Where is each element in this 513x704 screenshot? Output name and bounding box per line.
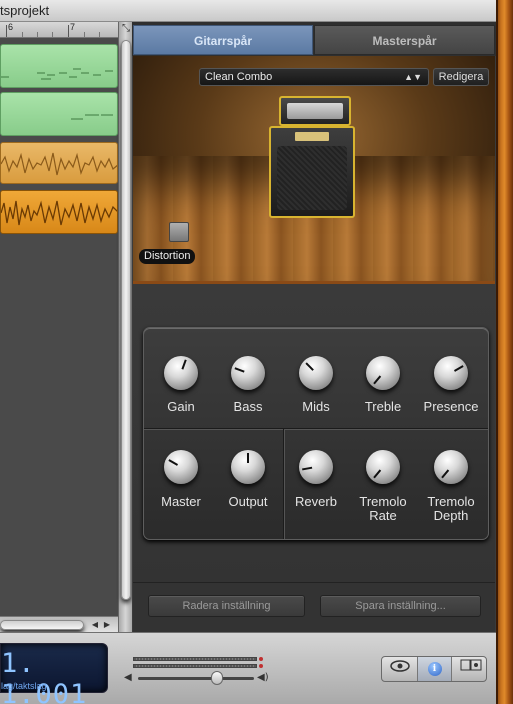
save-setting-button[interactable]: Spara inställning... — [320, 595, 481, 617]
preset-select[interactable]: Clean Combo ▲▼ — [199, 68, 429, 86]
tremolo-depth-label-1: Tremolo — [427, 494, 475, 509]
ruler-tick — [68, 25, 69, 37]
track-info-panel: Gitarrspår Masterspår Clean Combo ▲▼ Red… — [132, 22, 496, 632]
gain-knob[interactable] — [164, 356, 198, 390]
bass-label: Bass — [233, 399, 263, 414]
lcd-mode-label: lag/taktslag — [1, 681, 47, 691]
mids-knob[interactable] — [299, 356, 333, 390]
vertical-scrollbar[interactable]: ⤡ — [118, 22, 132, 632]
amp-model[interactable] — [269, 96, 355, 218]
speaker-low-icon: ◀ — [124, 672, 132, 683]
lcd-position-value: 1. 1.001 — [1, 648, 88, 704]
scroll-right-arrow-icon[interactable]: ▶ — [102, 619, 112, 631]
presence-knob[interactable] — [434, 356, 468, 390]
knob-panel: Gain Bass Mids Treble Presence Master Ou… — [143, 327, 489, 540]
track-area: 6 7 ◀ ▶ ⤡ — [0, 22, 132, 632]
ruler-minor-tick — [84, 32, 85, 37]
mids-label: Mids — [302, 399, 330, 414]
pedal-label[interactable]: Distortion — [139, 249, 196, 264]
amp-cabinet — [269, 126, 355, 218]
ruler-minor-tick — [52, 32, 53, 37]
bass-knob[interactable] — [231, 356, 265, 390]
title-bar[interactable]: tsprojekt — [0, 0, 496, 22]
ruler-mark: 7 — [70, 22, 76, 32]
media-browser-icon[interactable] — [453, 657, 488, 681]
speaker-high-icon: ◀) — [257, 672, 269, 683]
resize-corner-icon[interactable]: ⤡ — [120, 23, 132, 35]
amp-logo-badge — [295, 132, 329, 141]
select-arrows-icon: ▲▼ — [404, 72, 422, 82]
master-label: Master — [161, 494, 201, 509]
view-toggle-group: i — [381, 656, 487, 682]
settings-button-bar: Radera inställning Spara inställning... — [133, 582, 495, 632]
tab-guitar-track[interactable]: Gitarrspår — [133, 25, 313, 55]
midi-notes — [71, 114, 113, 120]
audio-region-2[interactable] — [0, 190, 118, 234]
ruler-minor-tick — [37, 32, 38, 37]
wood-frame-edge — [496, 0, 513, 704]
presence-label: Presence — [423, 399, 479, 414]
scroll-left-arrow-icon[interactable]: ◀ — [90, 619, 100, 631]
tremolo-rate-label-2: Rate — [369, 508, 397, 523]
tremolo-depth-label-2: Depth — [433, 508, 469, 523]
master-volume-thumb[interactable] — [211, 671, 223, 685]
window-title: tsprojekt — [0, 3, 50, 18]
vertical-scroll-thumb[interactable] — [121, 40, 131, 600]
ruler-minor-tick — [99, 32, 100, 37]
amp-controls-area: Gain Bass Mids Treble Presence Master Ou… — [133, 284, 495, 582]
tab-master-track[interactable]: Masterspår — [314, 25, 495, 55]
panel-divider — [283, 429, 284, 539]
horizontal-scrollbar[interactable]: ◀ ▶ — [0, 616, 118, 632]
clip-indicator-left — [259, 657, 263, 661]
panel-tabs: Gitarrspår Masterspår — [132, 22, 496, 56]
master-knob[interactable] — [164, 450, 198, 484]
edit-button[interactable]: Redigera — [433, 68, 489, 86]
output-knob[interactable] — [231, 450, 265, 484]
master-volume-slider[interactable] — [138, 677, 254, 680]
transport-bar: 1. 1.001 lag/taktslag ◀ ◀) i — [0, 632, 496, 704]
clip-indicator-right — [259, 664, 263, 668]
horizontal-scroll-thumb[interactable] — [0, 620, 84, 630]
midi-region-1[interactable] — [0, 44, 118, 88]
ruler-minor-tick — [22, 32, 23, 37]
preset-value: Clean Combo — [205, 71, 273, 83]
level-meter-left — [133, 657, 257, 661]
reverb-knob[interactable] — [299, 450, 333, 484]
eye-icon[interactable] — [382, 657, 417, 681]
amp-grill — [277, 146, 347, 210]
tremolo-rate-knob[interactable] — [366, 450, 400, 484]
ruler-tick — [6, 25, 7, 37]
app-window: tsprojekt 6 7 ◀ ▶ ⤡ Gitarrspår Masterspå… — [0, 0, 513, 704]
audio-region-1[interactable] — [0, 142, 118, 184]
pedal-icon[interactable] — [169, 222, 189, 242]
tremolo-rate-label-1: Tremolo — [359, 494, 407, 509]
reverb-label: Reverb — [295, 494, 337, 509]
tremolo-depth-knob[interactable] — [434, 450, 468, 484]
info-icon[interactable]: i — [417, 657, 452, 681]
delete-setting-button[interactable]: Radera inställning — [148, 595, 305, 617]
midi-region-2[interactable] — [0, 92, 118, 136]
level-meter-right — [133, 664, 257, 668]
amp-stage: Clean Combo ▲▼ Redigera Distortion — [133, 56, 495, 284]
treble-knob[interactable] — [366, 356, 400, 390]
amp-head — [279, 96, 351, 126]
amp-head-panel — [287, 103, 343, 119]
lcd-display[interactable]: 1. 1.001 lag/taktslag — [0, 643, 108, 704]
midi-notes — [1, 68, 113, 80]
gain-label: Gain — [167, 399, 195, 414]
treble-label: Treble — [364, 399, 402, 414]
timeline-ruler[interactable]: 6 7 — [0, 22, 118, 38]
output-label: Output — [228, 494, 268, 509]
audio-waveform — [1, 152, 117, 176]
ruler-mark: 6 — [8, 22, 14, 32]
audio-waveform — [1, 200, 117, 226]
panel-divider — [144, 428, 488, 429]
